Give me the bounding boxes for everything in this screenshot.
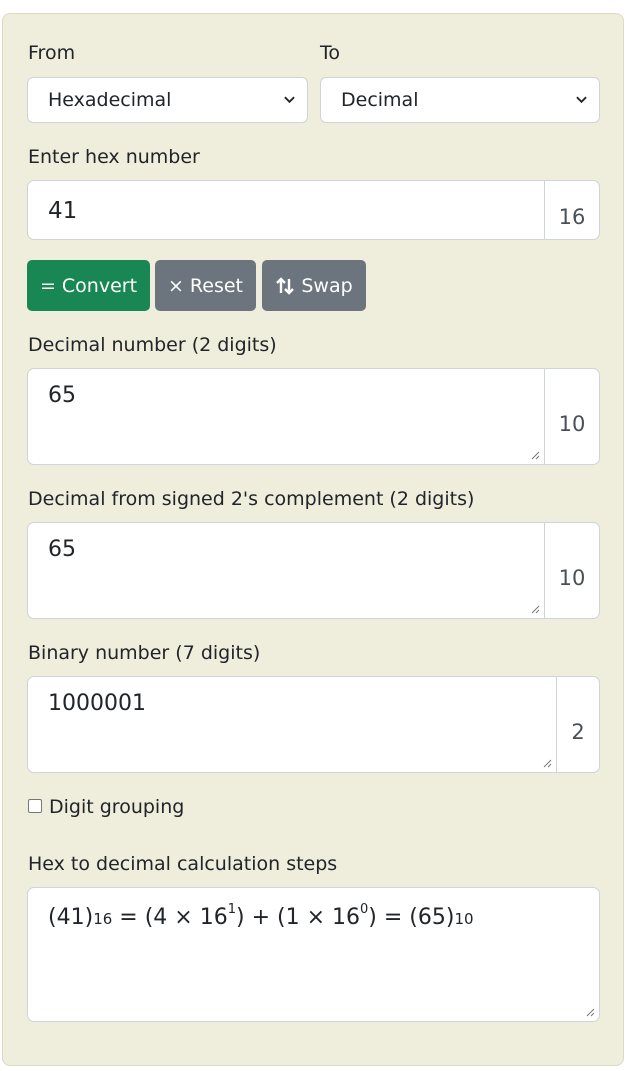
reset-button[interactable]: × Reset <box>155 260 256 311</box>
chevron-down-icon <box>284 96 295 104</box>
convert-button[interactable]: = Convert <box>27 260 150 311</box>
steps-power-base-1: 16 <box>199 905 228 931</box>
reset-button-label: × Reset <box>167 274 244 297</box>
swap-arrows-icon <box>276 276 295 295</box>
from-label: From <box>28 42 76 64</box>
steps-digit-2: 1 <box>285 905 300 931</box>
resize-grip-icon[interactable] <box>530 604 540 614</box>
swap-button-label: Swap <box>301 274 353 297</box>
steps-exp-1: 1 <box>227 902 236 917</box>
decimal-label: Decimal number (2 digits) <box>28 334 277 356</box>
from-select[interactable]: Hexadecimal <box>27 77 308 123</box>
steps-digit-1: 4 <box>153 905 168 931</box>
decimal-output-value: 65 <box>48 383 76 408</box>
resize-grip-icon[interactable] <box>542 758 552 768</box>
resize-grip-icon[interactable] <box>530 450 540 460</box>
input-base-addon: 16 <box>545 180 600 240</box>
binary-label: Binary number (7 digits) <box>28 642 261 664</box>
steps-exp-2: 0 <box>360 902 369 917</box>
to-label: To <box>320 42 341 64</box>
signed-label: Decimal from signed 2's complement (2 di… <box>28 488 475 510</box>
convert-button-label: = Convert <box>39 274 138 297</box>
steps-hex-base: 16 <box>93 910 113 929</box>
steps-label: Hex to decimal calculation steps <box>28 853 338 875</box>
swap-button[interactable]: Swap <box>262 260 366 311</box>
signed-output[interactable]: 65 <box>27 522 545 619</box>
steps-result-base: 10 <box>454 910 474 929</box>
steps-expression: (41)16 = (4 × 161) + (1 × 160) = (65)10 <box>48 902 474 931</box>
binary-output[interactable]: 1000001 <box>27 676 557 773</box>
from-select-value: Hexadecimal <box>48 89 172 111</box>
steps-output[interactable]: (41)16 = (4 × 161) + (1 × 160) = (65)10 <box>27 887 600 1022</box>
decimal-base-addon: 10 <box>545 368 600 465</box>
decimal-output[interactable]: 65 <box>27 368 545 465</box>
signed-base-addon: 10 <box>545 522 600 619</box>
chevron-down-icon <box>576 96 587 104</box>
signed-output-value: 65 <box>48 537 76 562</box>
hex-input[interactable]: 41 <box>27 180 545 240</box>
to-select-value: Decimal <box>341 89 419 111</box>
digit-grouping-label[interactable]: Digit grouping <box>49 796 184 818</box>
binary-base-addon: 2 <box>557 676 600 773</box>
digit-grouping-checkbox[interactable] <box>28 799 42 813</box>
binary-output-value: 1000001 <box>48 691 146 716</box>
steps-power-base-2: 16 <box>332 905 361 931</box>
steps-result: 65 <box>417 905 446 931</box>
resize-grip-icon[interactable] <box>585 1007 595 1017</box>
to-select[interactable]: Decimal <box>320 77 600 123</box>
input-label: Enter hex number <box>28 146 200 168</box>
steps-hex-value: 41 <box>56 905 85 931</box>
